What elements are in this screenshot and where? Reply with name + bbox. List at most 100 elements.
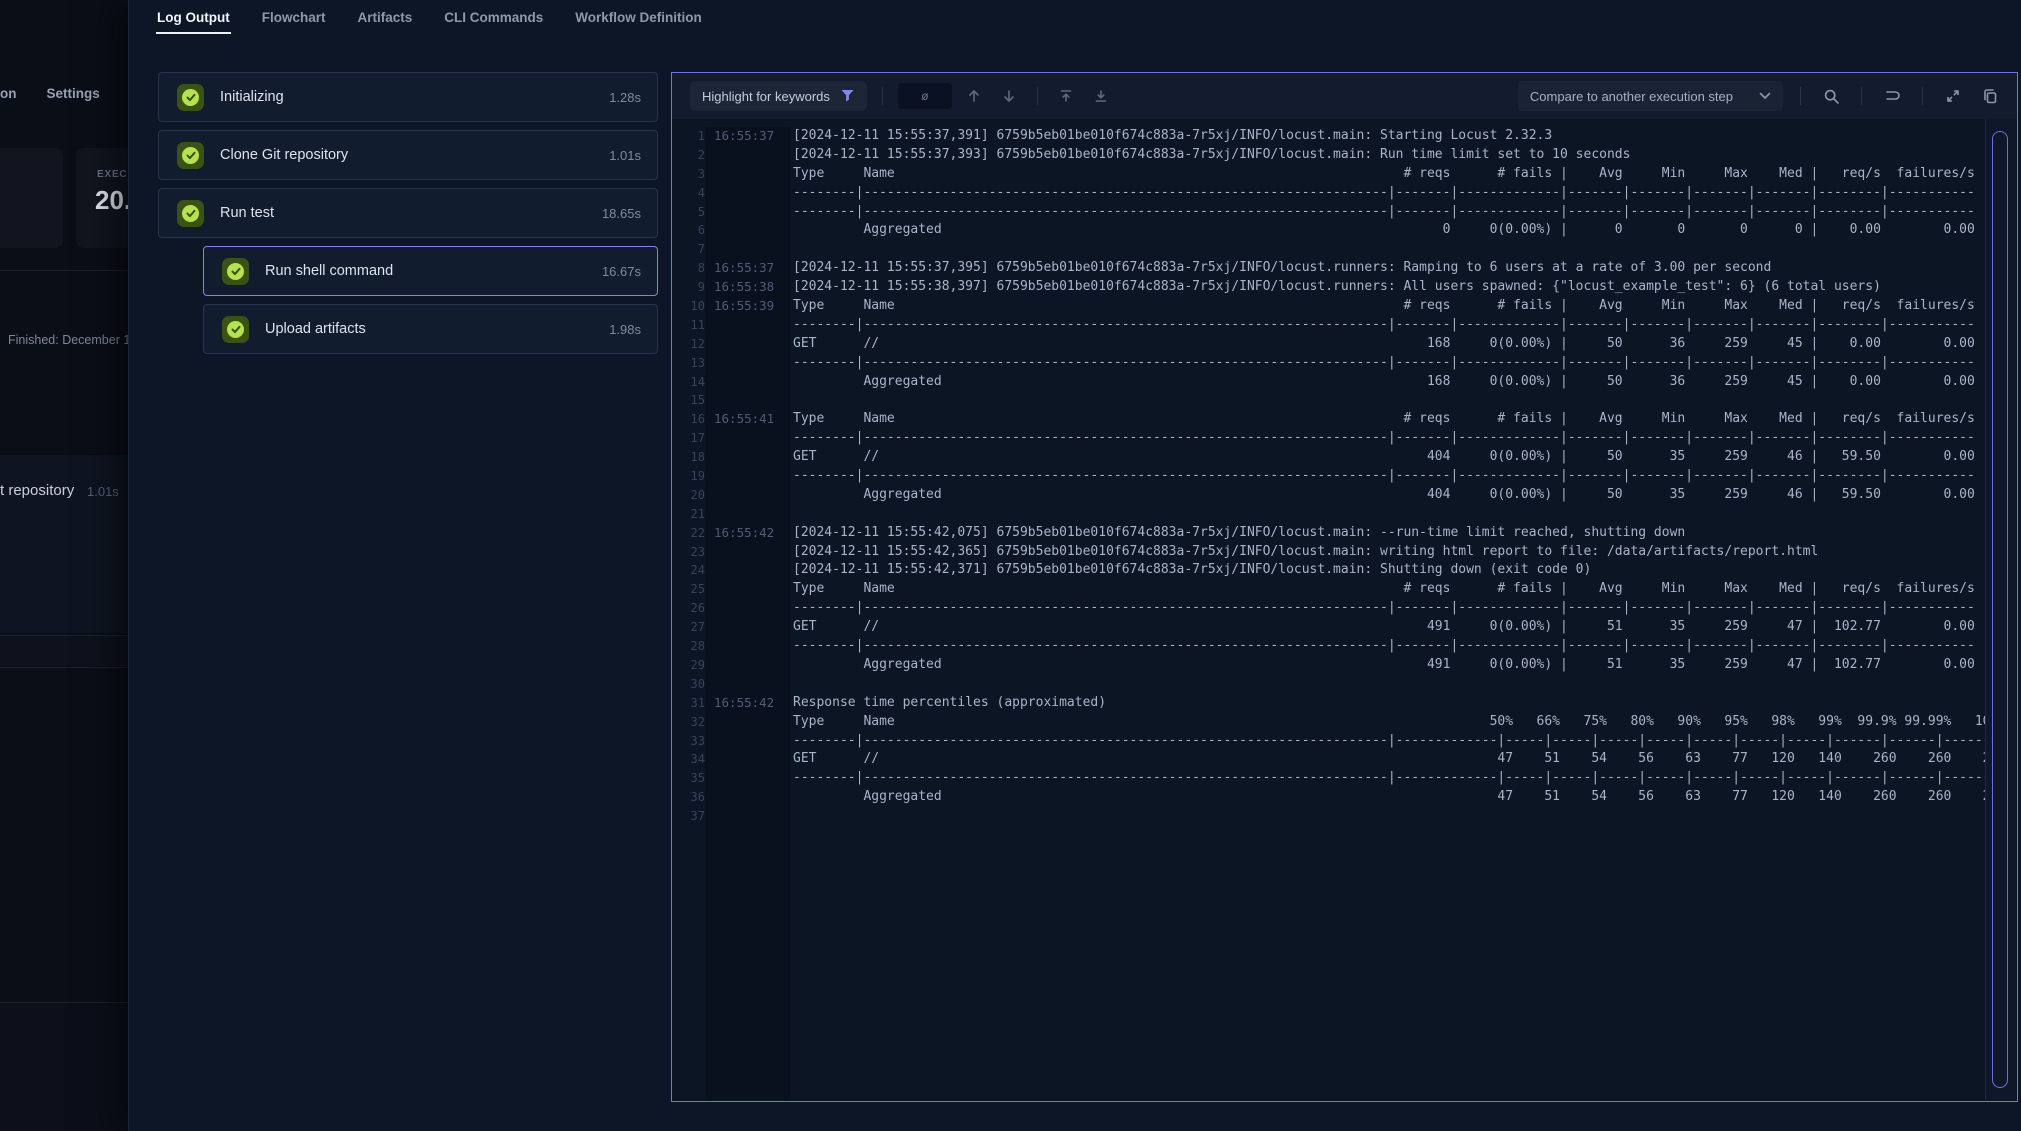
log-line-timestamp: [705, 807, 791, 826]
compare-step-select[interactable]: Compare to another execution step: [1518, 81, 1783, 111]
step-duration: 18.65s: [602, 206, 641, 221]
next-match-button[interactable]: [996, 83, 1022, 109]
log-line: 17 --------|----------------------------…: [673, 429, 1986, 448]
log-line-timestamp: [705, 467, 791, 486]
log-line-number: 4: [673, 184, 705, 203]
step-card[interactable]: Run test 18.65s: [158, 188, 658, 238]
log-output-panel: Highlight for keywords ø: [671, 72, 2018, 1102]
filter-funnel-icon: [840, 89, 855, 103]
bg-step-row[interactable]: t repository 1.01s: [0, 455, 128, 633]
log-line-number: 7: [673, 240, 705, 259]
log-line-timestamp: [705, 146, 791, 165]
log-line: 35 --------|----------------------------…: [673, 769, 1986, 788]
scroll-to-bottom-button[interactable]: [1088, 83, 1114, 109]
search-icon[interactable]: [1818, 83, 1844, 109]
chevron-down-icon: [1759, 92, 1771, 100]
tab[interactable]: Log Output: [156, 0, 231, 34]
log-line-number: 21: [673, 505, 705, 524]
log-line: 11 --------|----------------------------…: [673, 316, 1986, 335]
bg-card-label: EXEC: [97, 169, 127, 180]
tab[interactable]: Artifacts: [357, 0, 414, 34]
log-line-number: 28: [673, 637, 705, 656]
log-line-number: 25: [673, 580, 705, 599]
log-line-number: 26: [673, 599, 705, 618]
expand-fullscreen-icon[interactable]: [1940, 83, 1966, 109]
log-line-text: GET // 47 51 54 56 63 77 120 140 260 260…: [791, 750, 1986, 769]
success-check-icon: [222, 258, 249, 285]
log-line-number: 12: [673, 335, 705, 354]
bg-footer-area: [0, 1003, 128, 1131]
log-line-timestamp: [705, 486, 791, 505]
step-card[interactable]: Clone Git repository 1.01s: [158, 130, 658, 180]
bg-nav-item-partial[interactable]: on: [0, 86, 17, 101]
log-line-timestamp: 16:55:42: [705, 524, 791, 543]
log-line-timestamp: [705, 373, 791, 392]
background-nav: on Settings: [0, 86, 100, 101]
log-line-number: 33: [673, 732, 705, 751]
log-line-number: 31: [673, 694, 705, 713]
log-scrollbar-track[interactable]: [1985, 119, 2016, 1100]
highlight-keywords-button[interactable]: Highlight for keywords: [690, 81, 867, 111]
log-line-text: --------|-------------------------------…: [791, 732, 1986, 751]
log-line-timestamp: 16:55:37: [705, 127, 791, 146]
log-line-number: 9: [673, 278, 705, 297]
log-line-timestamp: [705, 335, 791, 354]
log-toolbar-right: Compare to another execution step: [1518, 81, 2003, 111]
step-label: Upload artifacts: [265, 321, 366, 337]
bg-nav-item-settings[interactable]: Settings: [47, 86, 100, 101]
log-line-text: [791, 505, 1986, 524]
step-card[interactable]: Initializing 1.28s: [158, 72, 658, 122]
log-line-number: 10: [673, 297, 705, 316]
log-line-timestamp: [705, 618, 791, 637]
tab-label: Artifacts: [358, 10, 413, 25]
word-wrap-icon[interactable]: [1879, 83, 1905, 109]
log-line-timestamp: [705, 429, 791, 448]
copy-logs-icon[interactable]: [1977, 83, 2003, 109]
log-line-timestamp: [705, 788, 791, 807]
step-card[interactable]: Run shell command 16.67s: [203, 246, 658, 296]
scroll-to-top-button[interactable]: [1053, 83, 1079, 109]
step-label: Clone Git repository: [220, 147, 348, 163]
tab-label: Workflow Definition: [575, 10, 702, 25]
log-body[interactable]: 1 16:55:37 [2024-12-11 15:55:37,391] 675…: [673, 127, 1986, 1100]
tab-label: Log Output: [157, 10, 230, 25]
log-line: 14 Aggregated 168 0(0.00%) | 50 36 259 4…: [673, 373, 1986, 392]
log-line-text: [791, 391, 1986, 410]
toolbar-divider: [1861, 87, 1862, 105]
log-line-number: 19: [673, 467, 705, 486]
log-line: 21: [673, 505, 1986, 524]
log-line-text: [791, 240, 1986, 259]
log-line-number: 13: [673, 354, 705, 373]
bg-card-value: 20.: [95, 185, 131, 216]
log-scrollbar-thumb[interactable]: [1992, 131, 2008, 1088]
log-line-number: 2: [673, 146, 705, 165]
bg-divider: [0, 667, 128, 668]
tab[interactable]: CLI Commands: [443, 0, 544, 34]
log-line-text: [2024-12-11 15:55:42,365] 6759b5eb01be01…: [791, 543, 1986, 562]
log-line-number: 15: [673, 391, 705, 410]
log-line-timestamp: [705, 240, 791, 259]
bg-step-label: t repository: [0, 482, 74, 499]
log-line-number: 22: [673, 524, 705, 543]
log-line-timestamp: 16:55:42: [705, 694, 791, 713]
bg-summary-card: [0, 148, 63, 248]
log-line-number: 27: [673, 618, 705, 637]
previous-match-button[interactable]: [961, 83, 987, 109]
log-line-text: Type Name # reqs # fails | Avg Min Max M…: [791, 580, 1986, 599]
tab-bar: Log Output Flowchart Artifacts CLI Comma…: [156, 0, 703, 34]
step-card[interactable]: Upload artifacts 1.98s: [203, 304, 658, 354]
log-line-timestamp: [705, 769, 791, 788]
log-line-text: [2024-12-11 15:55:37,393] 6759b5eb01be01…: [791, 146, 1986, 165]
log-line-text: [2024-12-11 15:55:42,371] 6759b5eb01be01…: [791, 561, 1986, 580]
tab[interactable]: Flowchart: [261, 0, 327, 34]
step-duration: 1.28s: [609, 90, 641, 105]
log-line: 26 --------|----------------------------…: [673, 599, 1986, 618]
log-line: 32 Type Name 50% 66% 75% 80% 90% 95% 98%…: [673, 713, 1986, 732]
tab-label: CLI Commands: [444, 10, 543, 25]
log-line-text: Aggregated 404 0(0.00%) | 50 35 259 46 |…: [791, 486, 1986, 505]
log-line: 4 --------|-----------------------------…: [673, 184, 1986, 203]
log-line: 12 GET // 168 0(0.00%) | 50 36 259 45 | …: [673, 335, 1986, 354]
tab[interactable]: Workflow Definition: [574, 0, 703, 34]
log-line: 28 --------|----------------------------…: [673, 637, 1986, 656]
log-line-timestamp: [705, 203, 791, 222]
